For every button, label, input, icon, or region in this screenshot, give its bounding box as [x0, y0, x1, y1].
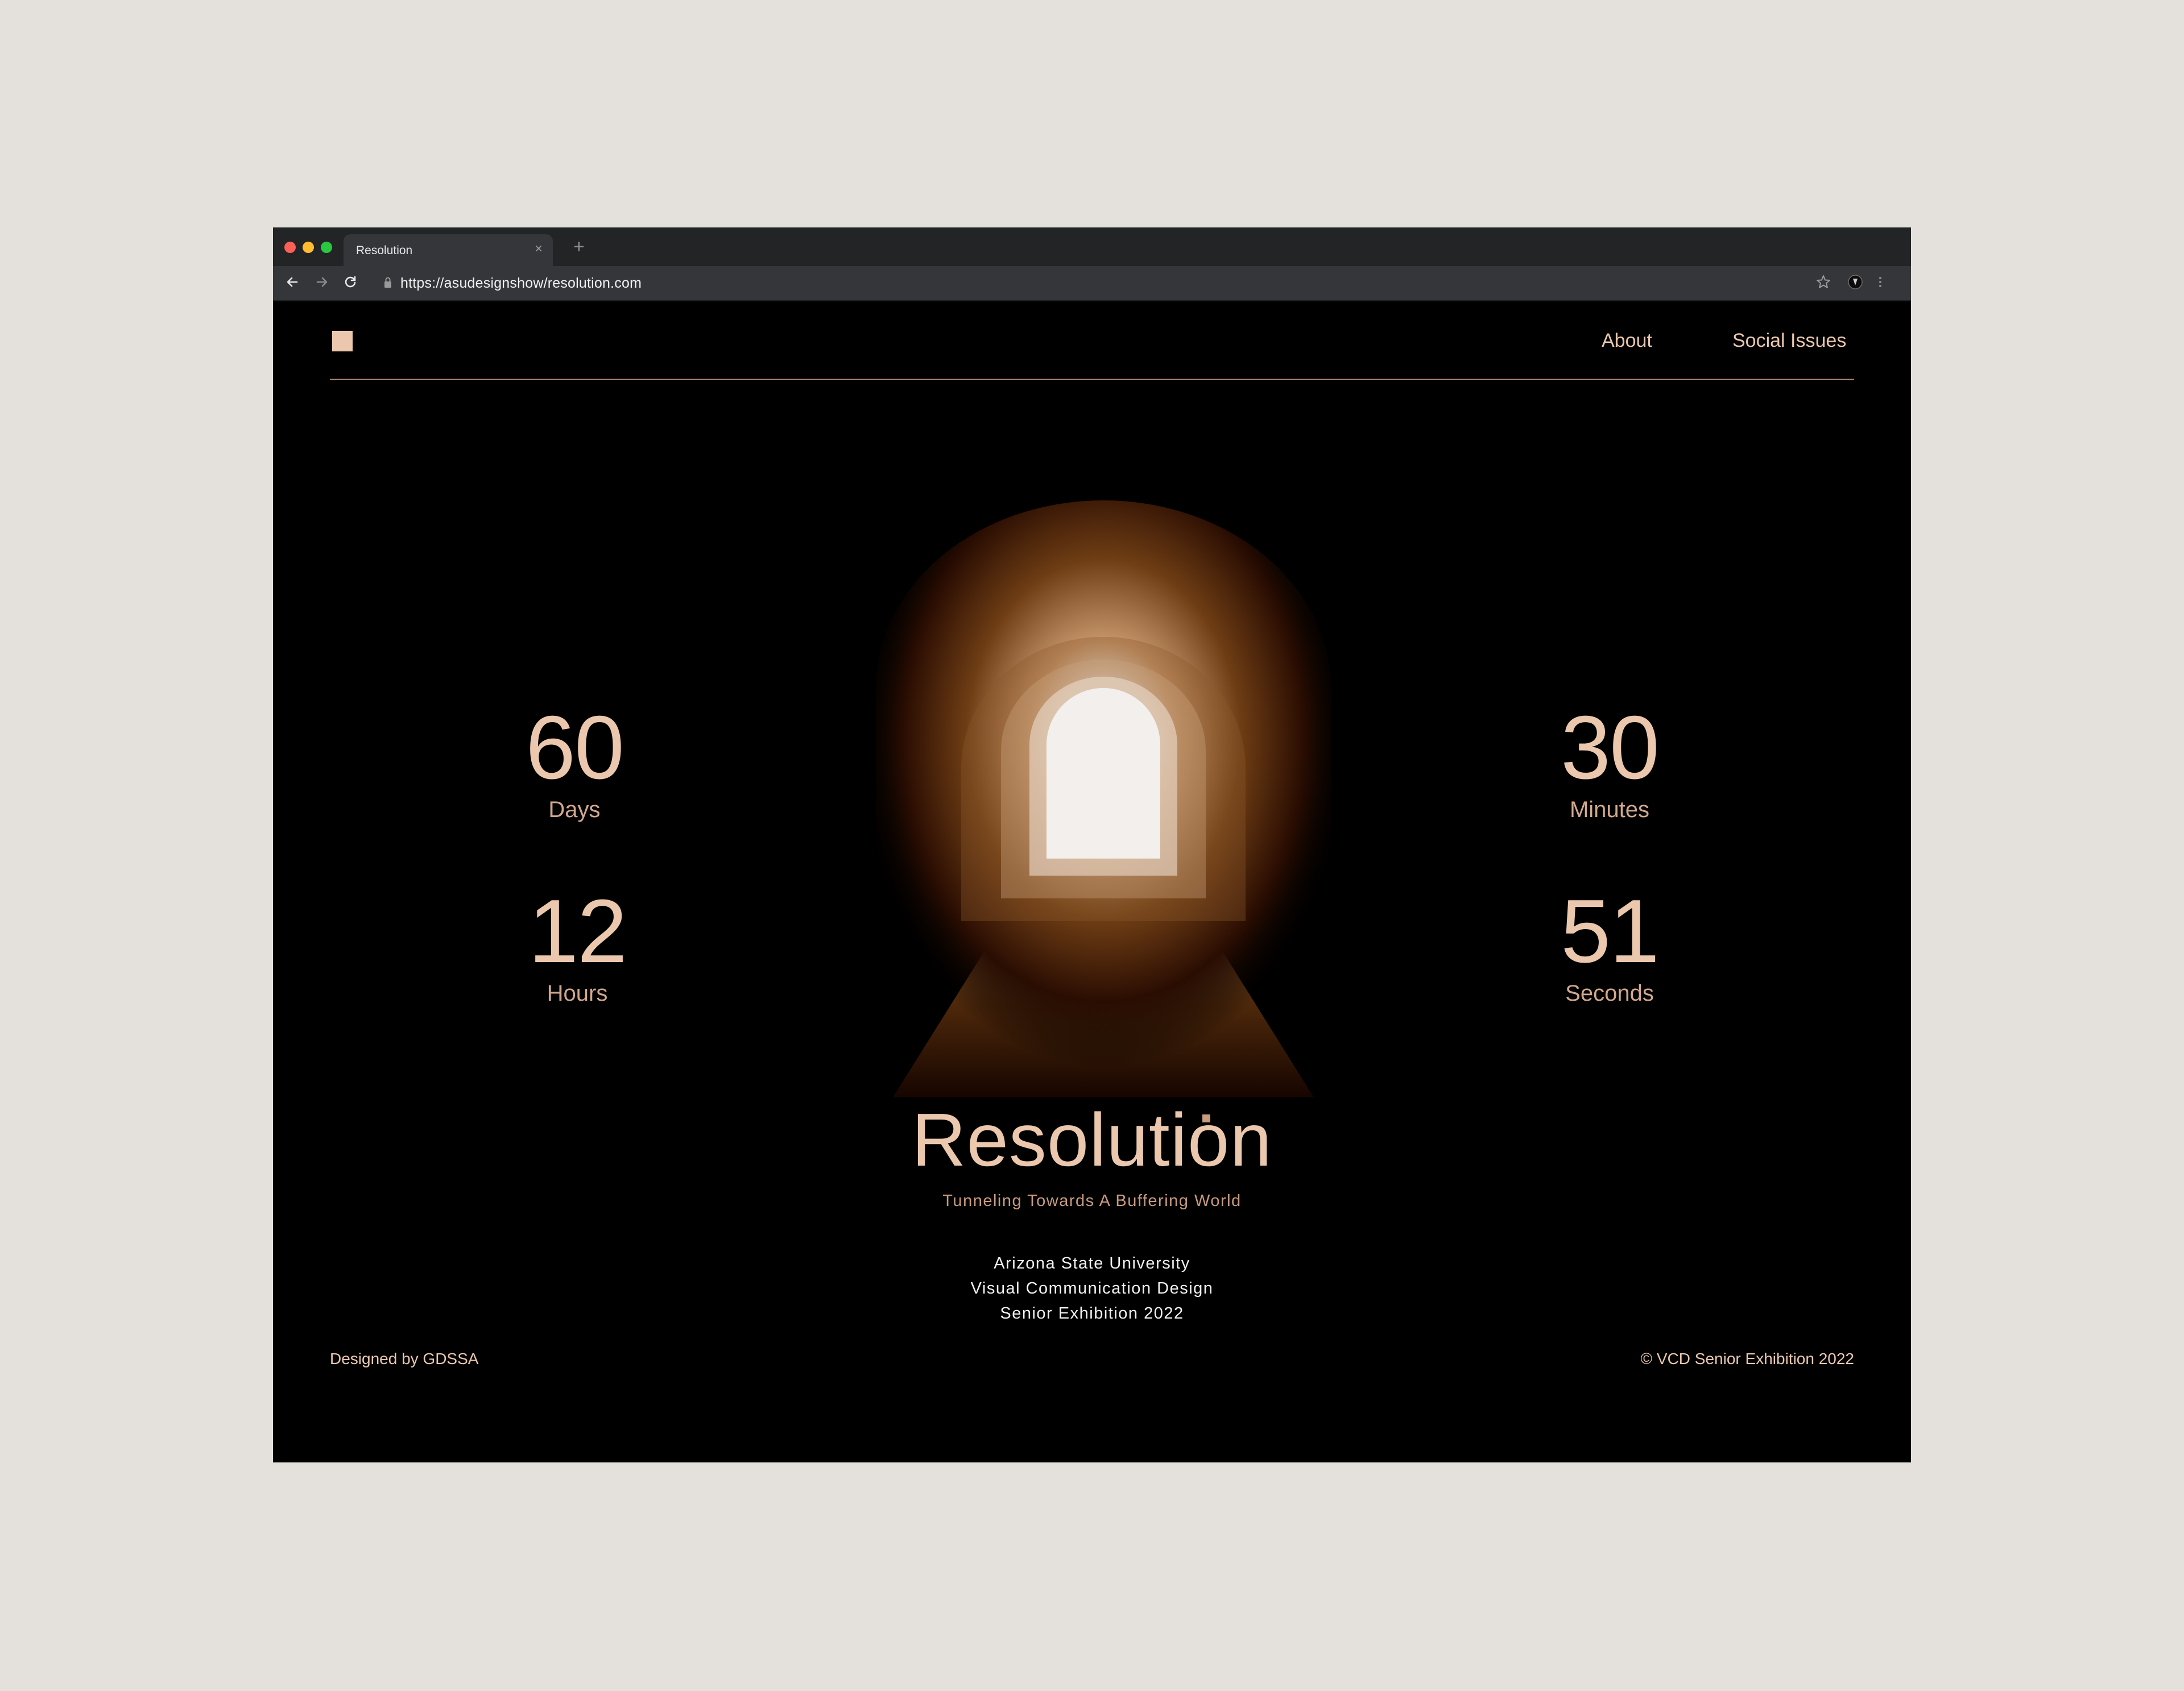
countdown-minutes: 30 Minutes [1496, 702, 1723, 824]
more-menu-icon[interactable] [1871, 273, 1889, 291]
lock-icon [384, 277, 391, 288]
minutes-value: 30 [1561, 698, 1660, 798]
seconds-value: 51 [1561, 881, 1660, 981]
hero-subtitle: Tunneling Towards A Buffering World [942, 1192, 1242, 1210]
tunnel-illustration [876, 500, 1331, 1097]
minimize-window-button[interactable] [303, 242, 314, 253]
info-university: Arizona State University [994, 1254, 1190, 1273]
footer-copyright: © VCD Senior Exhibition 2022 [1640, 1350, 1855, 1367]
home-logo[interactable] [332, 331, 353, 351]
nav-about-link[interactable]: About [1602, 330, 1652, 352]
close-tab-icon[interactable]: × [535, 241, 543, 257]
nav-divider [330, 379, 1854, 380]
browser-tab[interactable]: Resolution × [344, 234, 553, 266]
title-pixel-mark [1202, 1114, 1210, 1122]
countdown-hours: 12 Hours [464, 886, 691, 1008]
page-content: About Social Issues 60 Days 12 Hours 30 … [273, 301, 1911, 1462]
exhibition-info: Arizona State University Visual Communic… [864, 1251, 1320, 1326]
address-bar[interactable]: https://asudesignshow/resolution.com [400, 275, 642, 292]
countdown-seconds: 51 Seconds [1496, 886, 1723, 1008]
hours-value: 12 [528, 881, 627, 981]
maximize-window-button[interactable] [321, 242, 332, 253]
browser-toolbar: https://asudesignshow/resolution.com [273, 266, 1911, 301]
nav-social-issues-link[interactable]: Social Issues [1732, 330, 1846, 352]
minutes-label: Minutes [1569, 797, 1650, 822]
days-value: 60 [526, 698, 624, 798]
seconds-label: Seconds [1565, 981, 1654, 1006]
info-program: Visual Communication Design [970, 1279, 1214, 1298]
back-arrow-icon[interactable] [283, 273, 301, 291]
profile-avatar-icon[interactable] [1846, 273, 1864, 291]
info-exhibition: Senior Exhibition 2022 [1000, 1304, 1184, 1323]
hero-title-block: Resolution Tunneling Towards A Buffering… [864, 1097, 1320, 1211]
new-tab-button[interactable]: + [573, 235, 585, 258]
hero-title: Resolution [912, 1098, 1272, 1182]
reload-icon[interactable] [341, 273, 359, 291]
close-window-button[interactable] [284, 242, 296, 253]
footer-credit: Designed by GDSSA [330, 1350, 479, 1367]
tab-bar: Resolution × + [273, 227, 1911, 266]
hours-label: Hours [547, 981, 608, 1006]
countdown-days: 60 Days [461, 702, 688, 824]
tab-title: Resolution [356, 244, 413, 257]
bookmark-star-icon[interactable] [1814, 273, 1833, 291]
forward-arrow-icon[interactable] [313, 273, 331, 291]
days-label: Days [548, 797, 601, 822]
browser-window: Resolution × + https://asudesignshow/res… [273, 227, 1911, 1462]
